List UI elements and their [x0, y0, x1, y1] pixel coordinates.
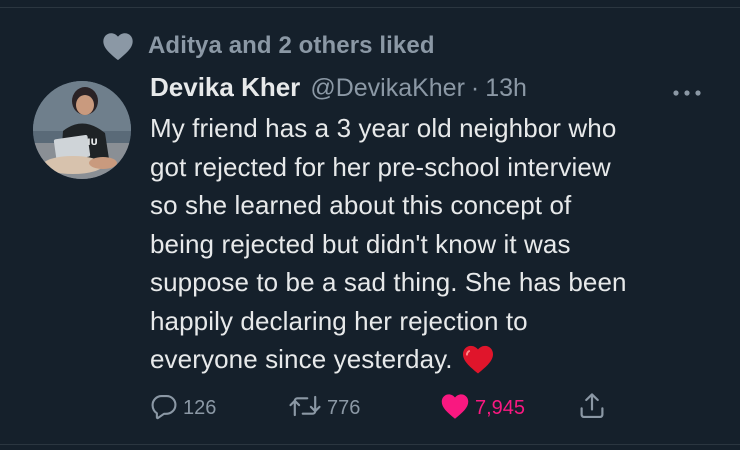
like-count: 7,945: [475, 396, 526, 419]
tweet-text-line-last: everyone since yesterday.: [150, 340, 725, 385]
top-divider: [0, 7, 740, 8]
heart-icon: [101, 31, 135, 61]
red-heart-emoji: [461, 344, 495, 385]
retweet-count: 776: [327, 396, 361, 419]
heart-icon: [440, 392, 470, 425]
author-handle[interactable]: @DevikaKher: [310, 74, 465, 103]
timestamp[interactable]: 13h: [485, 74, 527, 103]
share-button[interactable]: [578, 388, 606, 428]
social-context[interactable]: Aditya and 2 others liked: [101, 30, 435, 62]
retweet-button[interactable]: 776: [288, 388, 360, 428]
bottom-divider: [0, 444, 740, 445]
tweet-text-line: My friend has a 3 year old neighbor who: [150, 113, 617, 143]
retweet-icon: [288, 392, 322, 425]
reply-icon: [150, 392, 178, 425]
social-context-text: Aditya and 2 others liked: [148, 32, 435, 59]
avatar[interactable]: NU: [33, 81, 131, 179]
tweet-text-line: everyone since yesterday.: [150, 344, 453, 374]
like-button[interactable]: 7,945: [440, 388, 525, 428]
reply-button[interactable]: 126: [150, 388, 216, 428]
tweet-text-line: got rejected for her pre-school intervie…: [150, 151, 611, 182]
tweet-text-line: suppose to be a sad thing. She has been: [150, 267, 627, 297]
tweet-text-line: being rejected but didn't know it was: [150, 228, 571, 259]
tweet-text: My friend has a 3 year old neighbor who …: [150, 109, 725, 385]
tweet-text-line: so she learned about this concept of: [150, 190, 572, 220]
more-icon[interactable]: [670, 86, 704, 100]
separator: ·: [470, 74, 480, 102]
tweet-text-line: happily declaring her rejection to: [150, 305, 528, 336]
tweet-header: Devika Kher @DevikaKher · 13h: [150, 72, 527, 108]
share-icon: [578, 391, 606, 426]
reply-count: 126: [183, 396, 217, 419]
author-name[interactable]: Devika Kher: [150, 72, 300, 103]
